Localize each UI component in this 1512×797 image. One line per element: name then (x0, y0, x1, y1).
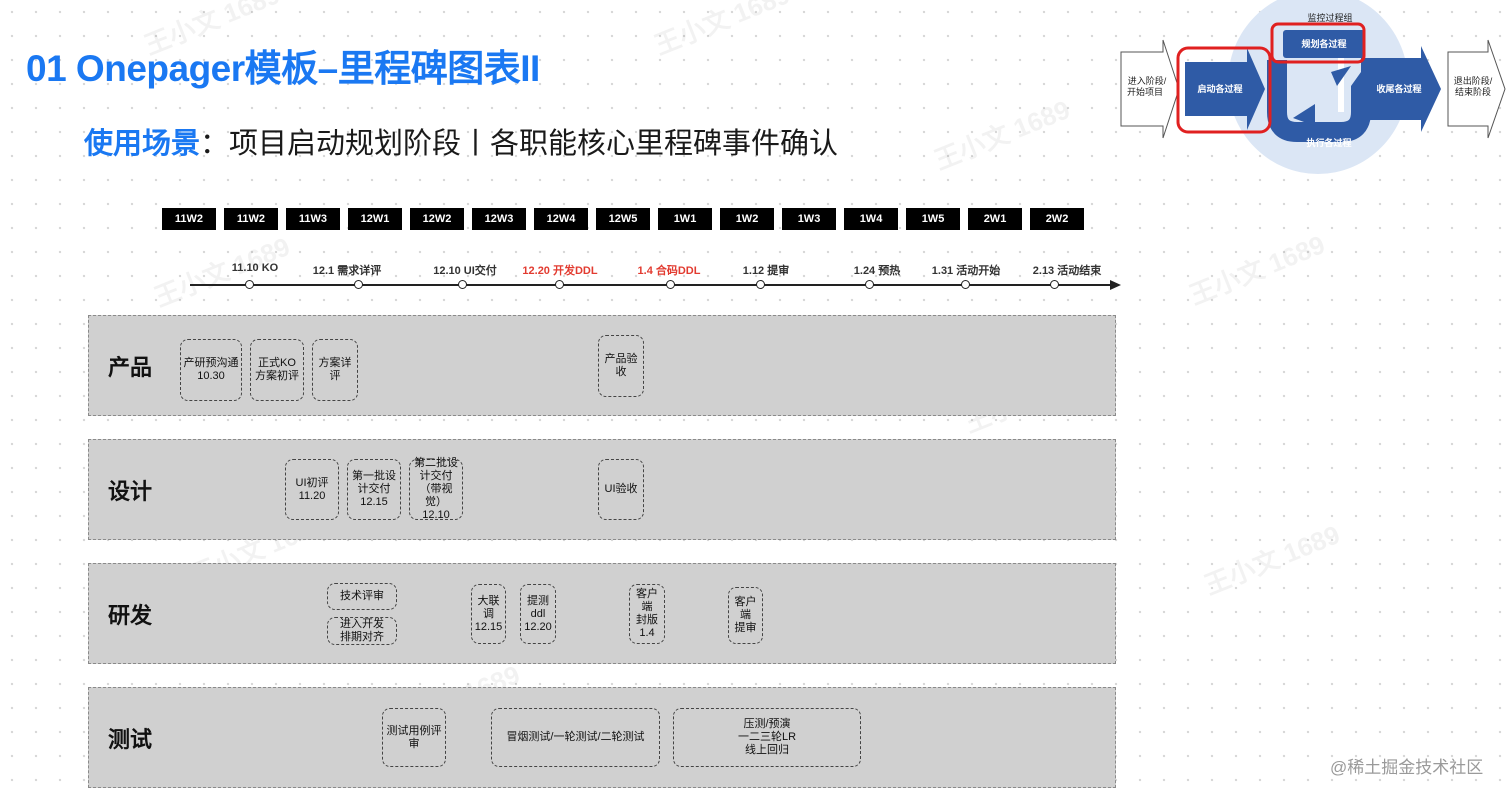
week-cell: 12W2 (410, 208, 464, 230)
lane-title: 产品 (108, 355, 153, 380)
task-card: 正式KO 方案初评 (250, 339, 304, 401)
week-cell: 1W5 (906, 208, 960, 230)
task-card: 方案详评 (312, 339, 358, 401)
milestone-dot (865, 280, 874, 289)
execute-label: 执行各过程 (1306, 137, 1351, 148)
milestone-label: 1.24 预热 (853, 265, 901, 277)
milestone-dot (245, 280, 254, 289)
week-cell: 12W5 (596, 208, 650, 230)
initiate-label: 启动各过程 (1197, 83, 1242, 94)
lane-title: 研发 (108, 603, 153, 628)
milestone-dot (1050, 280, 1059, 289)
enter-label-line1: 进入阶段/ (1128, 75, 1167, 86)
task-card: 冒烟测试/一轮测试/二轮测试 (491, 708, 660, 767)
enter-label-line2: 开始项目 (1127, 86, 1163, 97)
task-card: UI初评 11.20 (285, 459, 339, 520)
week-cell: 1W2 (720, 208, 774, 230)
milestone-dot (756, 280, 765, 289)
milestone-dot (555, 280, 564, 289)
week-cell: 2W2 (1030, 208, 1084, 230)
week-cell: 11W3 (286, 208, 340, 230)
subtitle-text: ：项目启动规划阶段丨各职能核心里程碑事件确认 (200, 128, 839, 160)
task-card: 产研预沟通 10.30 (180, 339, 242, 401)
process-flow-graphic: 进入阶段/开始项目 启动各过程 监控过程组 规划各过程 执行各过程 收尾各过程 … (1120, 0, 1506, 174)
task-card: 提测 ddl 12.20 (520, 584, 556, 644)
plan-label: 规划各过程 (1301, 38, 1346, 49)
milestone-dot (666, 280, 675, 289)
task-card: 客户端 提审 (728, 587, 763, 644)
week-cell: 2W1 (968, 208, 1022, 230)
watermark: 王小文 1689 (650, 0, 795, 61)
task-card: UI验收 (598, 459, 644, 520)
week-cell: 12W4 (534, 208, 588, 230)
timeline-arrow-icon (1110, 280, 1121, 290)
task-card: 压测/预演 一二三轮LR 线上回归 (673, 708, 861, 767)
milestone-label: 11.10 KO (231, 262, 279, 274)
milestone-label: 12.10 UI交付 (433, 265, 497, 277)
watermark: 王小文 1689 (1200, 519, 1345, 601)
week-cell: 12W3 (472, 208, 526, 230)
exit-label-line1: 退出阶段/ (1454, 75, 1493, 86)
task-card: 技术评审 (327, 583, 397, 610)
exit-label-line2: 结束阶段 (1455, 86, 1491, 97)
task-card: 产品验收 (598, 335, 644, 397)
milestone-label: 1.31 活动开始 (931, 265, 1001, 277)
milestone-dot (458, 280, 467, 289)
week-cell: 1W4 (844, 208, 898, 230)
milestone-label: 12.20 开发DDL (522, 265, 598, 277)
week-cell: 1W1 (658, 208, 712, 230)
week-cell: 11W2 (162, 208, 216, 230)
page-title: 01 Onepager模板–里程碑图表II (26, 48, 540, 89)
watermark: 王小文 1689 (930, 94, 1075, 176)
milestone-label: 2.13 活动结束 (1032, 265, 1102, 277)
week-cell: 1W3 (782, 208, 836, 230)
lane-title: 测试 (108, 727, 153, 752)
milestone-label: 1.12 提审 (742, 265, 790, 277)
task-card: 客户端 封版 1.4 (629, 584, 665, 644)
subtitle-highlight: 使用场景 (84, 128, 201, 160)
timeline-axis (190, 284, 1112, 286)
week-cell: 11W2 (224, 208, 278, 230)
task-card: 测试用例评 审 (382, 708, 446, 767)
milestone-dot (354, 280, 363, 289)
watermark: 王小文 1689 (1185, 229, 1330, 311)
task-card: 进入开发 排期对齐 (327, 617, 397, 645)
task-card: 第二批设 计交付 （带视 觉）12.10 (409, 457, 463, 521)
milestone-label: 1.4 合码DDL (637, 265, 701, 277)
task-card: 第一批设 计交付 12.15 (347, 459, 401, 520)
week-cell: 12W1 (348, 208, 402, 230)
lane-title: 设计 (108, 479, 153, 504)
footer-credit: @稀土掘金技术社区 (1330, 758, 1484, 777)
page-subtitle: 使用场景：项目启动规划阶段丨各职能核心里程碑事件确认 (84, 120, 838, 162)
lane-dev (88, 563, 1116, 664)
monitor-label: 监控过程组 (1307, 12, 1352, 23)
process-group-diagram: 进入阶段/开始项目 启动各过程 监控过程组 规划各过程 执行各过程 收尾各过程 … (1115, 0, 1512, 180)
milestone-label: 12.1 需求详评 (312, 265, 382, 277)
milestone-dot (961, 280, 970, 289)
task-card: 大联调 12.15 (471, 584, 506, 644)
close-label: 收尾各过程 (1376, 83, 1421, 94)
